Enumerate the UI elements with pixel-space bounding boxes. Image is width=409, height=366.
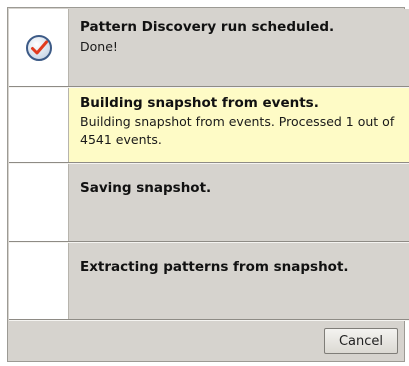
step-status-cell [9, 243, 69, 321]
check-circle-icon [25, 34, 52, 61]
step-title: Saving snapshot. [80, 180, 212, 196]
step-status-cell [9, 9, 69, 86]
step-row-saving: Saving snapshot. [9, 164, 409, 241]
step-title: Pattern Discovery run scheduled. [80, 19, 335, 35]
step-row-scheduled: Pattern Discovery run scheduled. Done! [9, 9, 409, 86]
step-row-extracting: Extracting patterns from snapshot. [9, 243, 409, 321]
step-detail: Building snapshot from events. Processed… [80, 114, 395, 147]
step-title: Extracting patterns from snapshot. [80, 259, 349, 275]
step-status-cell [9, 164, 69, 241]
step-text: Saving snapshot. [69, 164, 409, 241]
step-title: Building snapshot from events. [80, 95, 319, 111]
step-text: Pattern Discovery run scheduled. Done! [69, 9, 409, 86]
step-status-cell [9, 88, 69, 162]
step-text: Building snapshot from events. Building … [69, 88, 409, 162]
step-detail: Done! [80, 39, 118, 54]
step-text: Extracting patterns from snapshot. [69, 243, 409, 321]
step-list: Pattern Discovery run scheduled. Done! B… [9, 9, 409, 321]
dialog-footer: Cancel [8, 321, 406, 361]
progress-dialog: Pattern Discovery run scheduled. Done! B… [7, 7, 409, 362]
step-row-building: Building snapshot from events. Building … [9, 88, 409, 162]
cancel-button[interactable]: Cancel [324, 328, 398, 354]
